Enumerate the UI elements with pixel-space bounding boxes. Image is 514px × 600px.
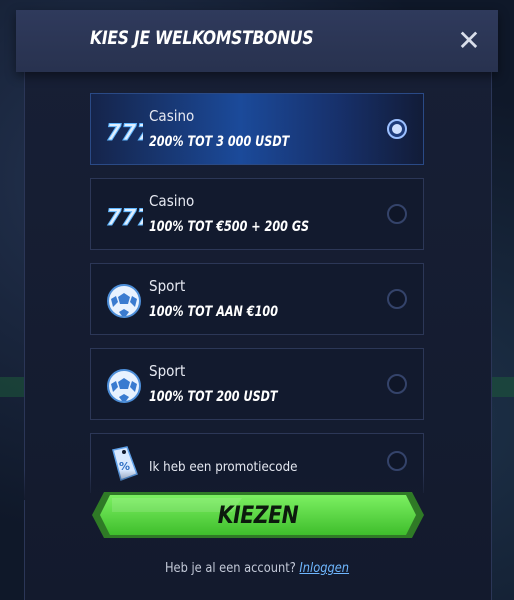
option-category: Sport xyxy=(149,277,186,295)
svg-text:777: 777 xyxy=(106,206,143,231)
login-link[interactable]: Inloggen xyxy=(299,561,349,576)
bonus-option-casino-eur[interactable]: 777 Casino 100% TOT €500 + 200 GS xyxy=(90,178,424,250)
slot-777-icon: 777 xyxy=(106,121,144,147)
close-icon[interactable]: ✕ xyxy=(456,27,482,55)
modal-header: KIES JE WELKOMSTBONUS ✕ xyxy=(16,10,498,72)
option-category: Sport xyxy=(149,362,186,380)
option-offer: 200% TOT 3 000 USDT xyxy=(149,134,290,150)
option-radio[interactable] xyxy=(387,374,407,394)
bonus-option-casino-usdt[interactable]: 777 Casino 200% TOT 3 000 USDT xyxy=(90,93,424,165)
option-radio[interactable] xyxy=(387,119,407,139)
option-category: Casino xyxy=(149,107,195,125)
bonus-option-sport-eur[interactable]: Sport 100% TOT AAN €100 xyxy=(90,263,424,335)
choose-button[interactable]: KIEZEN xyxy=(92,490,424,540)
bonus-option-sport-usdt[interactable]: Sport 100% TOT 200 USDT xyxy=(90,348,424,420)
soccer-ball-icon xyxy=(107,369,141,403)
modal-title: KIES JE WELKOMSTBONUS xyxy=(90,27,314,49)
login-prompt: Heb je al een account? Inloggen xyxy=(31,561,483,576)
option-radio[interactable] xyxy=(387,451,407,471)
option-offer: 100% TOT €500 + 200 GS xyxy=(149,219,310,235)
choose-button-label: KIEZEN xyxy=(217,501,299,529)
option-offer: 100% TOT AAN €100 xyxy=(149,304,278,320)
soccer-ball-icon xyxy=(107,284,141,318)
option-offer: 100% TOT 200 USDT xyxy=(149,389,278,405)
slot-777-icon: 777 xyxy=(106,206,144,232)
option-radio[interactable] xyxy=(387,204,407,224)
option-category: Casino xyxy=(149,192,195,210)
option-radio[interactable] xyxy=(387,289,407,309)
svg-text:777: 777 xyxy=(106,121,143,146)
login-question: Heb je al een account? xyxy=(164,561,296,576)
